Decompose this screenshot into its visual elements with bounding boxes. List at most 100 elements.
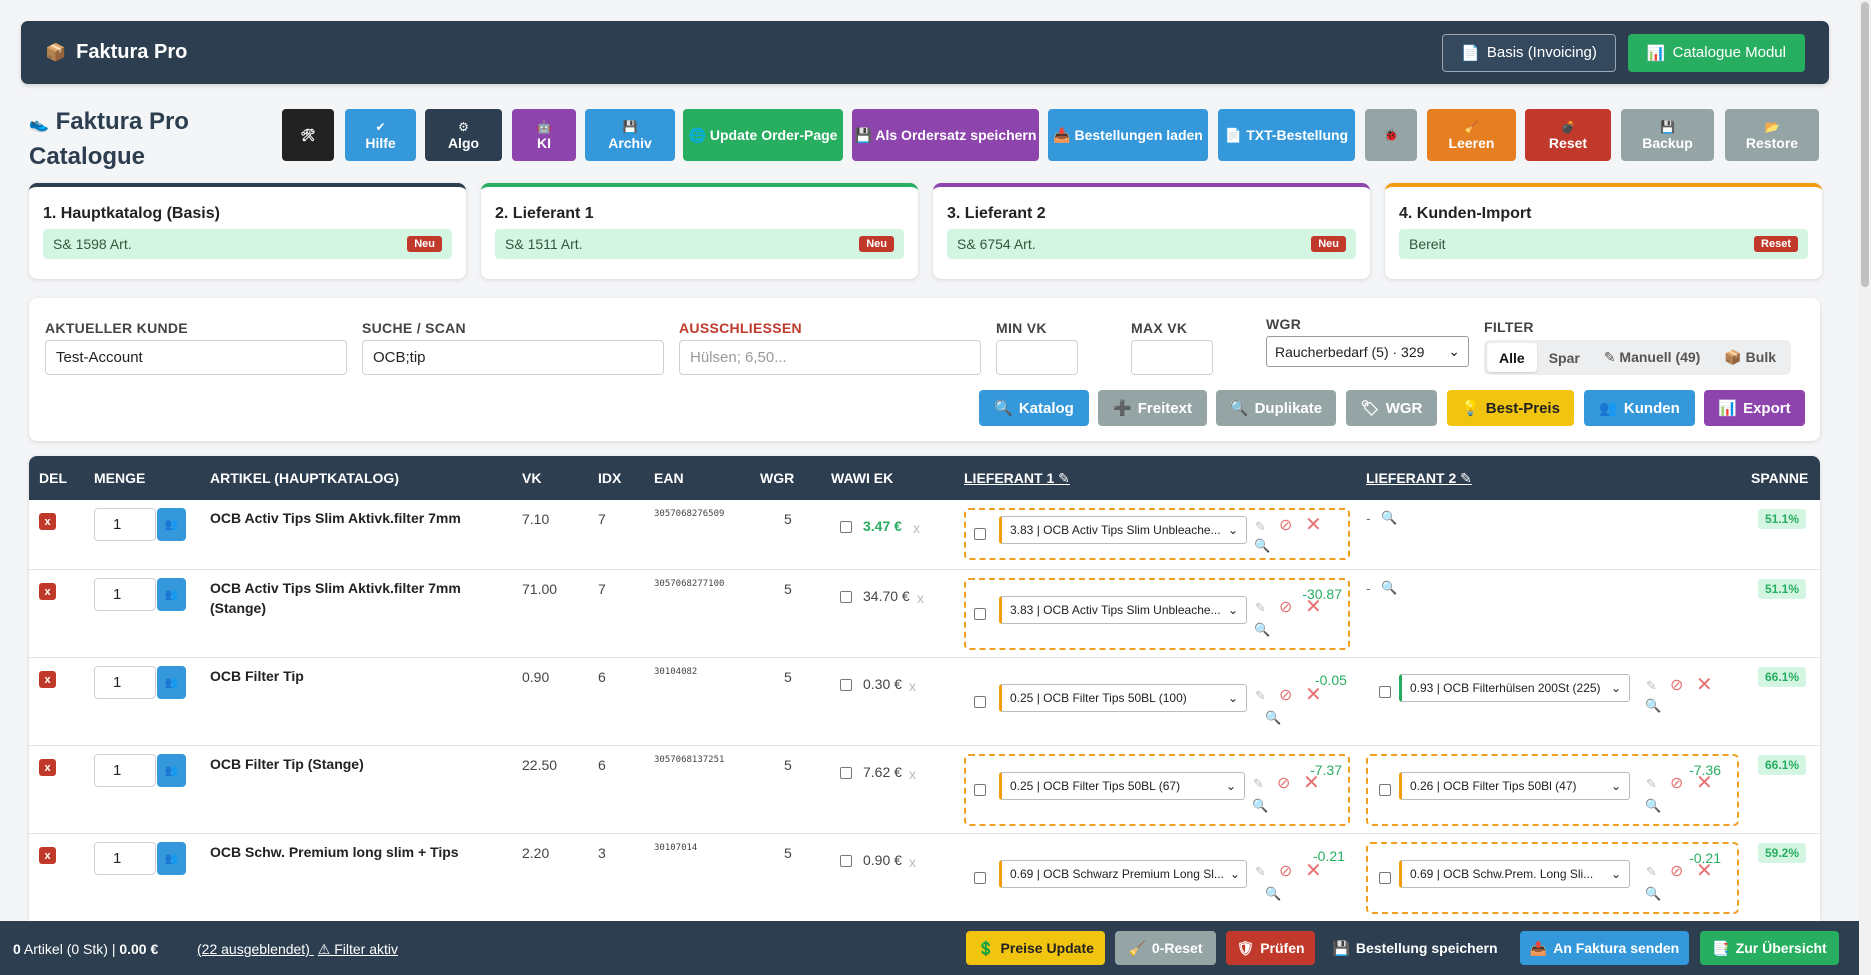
wawi-clear-icon[interactable]: x — [913, 520, 920, 536]
quantity-input[interactable]: 1 — [94, 754, 156, 787]
header-supplier-1[interactable]: LIEFERANT 1 ✎ — [964, 470, 1070, 487]
filter-manual[interactable]: ✎ Manuell (49) — [1592, 343, 1713, 372]
search-icon[interactable]: 🔍 — [1645, 698, 1661, 714]
search-icon[interactable]: 🔍 — [1254, 622, 1270, 638]
customers-icon[interactable]: 👥 — [157, 578, 186, 611]
search-input[interactable]: OCB;tip — [362, 340, 664, 375]
check-button[interactable]: 🛡 Prüfen — [1226, 931, 1315, 965]
customers-button[interactable]: 👥 Kunden — [1584, 390, 1695, 426]
filter-spar[interactable]: Spar — [1537, 343, 1592, 372]
pencil-icon[interactable]: ✎ — [1255, 600, 1266, 616]
wgr-select[interactable]: Raucherbedarf (5) · 329 ⌄ — [1266, 336, 1469, 367]
pencil-icon[interactable]: ✎ — [1646, 776, 1657, 792]
quantity-input[interactable]: 1 — [94, 842, 156, 875]
block-icon[interactable]: ⊘ — [1670, 861, 1683, 881]
block-icon[interactable]: ⊘ — [1279, 597, 1292, 617]
supplier-2-select[interactable]: 0.26 | OCB Filter Tips 50Bl (47) ⌄ — [1399, 772, 1630, 800]
close-icon[interactable]: ✕ — [1305, 685, 1322, 705]
block-icon[interactable]: ⊘ — [1279, 685, 1292, 705]
pencil-icon[interactable]: ✎ — [1255, 864, 1266, 880]
customers-icon[interactable]: 👥 — [157, 508, 186, 541]
search-icon[interactable]: 🔍 — [1265, 710, 1281, 726]
supplier-1-select[interactable]: 0.69 | OCB Schwarz Premium Long Sl... ⌄ — [999, 860, 1247, 888]
supplier-2-checkbox[interactable] — [1379, 686, 1391, 698]
best-price-button[interactable]: 💡 Best-Preis — [1447, 390, 1574, 426]
catalogue-module-button[interactable]: 📊 Catalogue Modul — [1627, 33, 1805, 72]
scrollbar-thumb[interactable] — [1861, 2, 1869, 287]
block-icon[interactable]: ⊘ — [1279, 515, 1292, 535]
search-icon[interactable]: 🔍 — [1381, 580, 1397, 596]
hidden-items-link[interactable]: (22 ausgeblendet) ⚠ Filter aktiv — [197, 941, 398, 958]
supplier-2-checkbox[interactable] — [1379, 784, 1391, 796]
pencil-icon[interactable]: ✎ — [1253, 776, 1264, 792]
duplicates-button[interactable]: 🔍 Duplikate — [1216, 390, 1336, 426]
new-badge[interactable]: Neu — [407, 236, 442, 252]
search-icon[interactable]: 🔍 — [1645, 886, 1661, 902]
pencil-icon[interactable]: ✎ — [1646, 864, 1657, 880]
wgr-button[interactable]: 🏷 WGR — [1346, 390, 1437, 426]
save-as-orderset-button[interactable]: 💾 Als Ordersatz speichern — [852, 109, 1039, 161]
wawi-checkbox[interactable] — [840, 767, 852, 779]
close-icon[interactable]: ✕ — [1696, 861, 1713, 881]
customers-icon[interactable]: 👥 — [157, 754, 186, 787]
basis-invoicing-button[interactable]: 📄 Basis (Invoicing) — [1442, 33, 1616, 72]
filter-all[interactable]: Alle — [1487, 343, 1537, 372]
reset-button[interactable]: 💣 Reset — [1525, 109, 1611, 161]
tools-button[interactable]: 🛠 — [282, 109, 334, 161]
backup-button[interactable]: 💾 Backup — [1621, 109, 1714, 161]
supplier-1-checkbox[interactable] — [974, 696, 986, 708]
debug-button[interactable]: 🐞 — [1365, 109, 1417, 161]
block-icon[interactable]: ⊘ — [1670, 675, 1683, 695]
wawi-clear-icon[interactable]: x — [909, 766, 916, 782]
supplier-1-checkbox[interactable] — [974, 872, 986, 884]
exclude-input[interactable]: Hülsen; 6,50... — [679, 340, 981, 375]
close-icon[interactable]: ✕ — [1696, 675, 1713, 695]
search-icon[interactable]: 🔍 — [1254, 538, 1270, 554]
freetext-button[interactable]: ➕ Freitext — [1098, 390, 1207, 426]
save-order-button[interactable]: 💾 Bestellung speichern — [1330, 931, 1500, 965]
send-to-invoice-button[interactable]: 📤 An Faktura senden — [1520, 931, 1689, 965]
quantity-input[interactable]: 1 — [94, 578, 156, 611]
reset-badge[interactable]: Reset — [1754, 236, 1798, 252]
block-icon[interactable]: ⊘ — [1279, 861, 1292, 881]
customers-icon[interactable]: 👥 — [157, 842, 186, 875]
delete-row-button[interactable]: x — [39, 671, 56, 688]
delete-row-button[interactable]: x — [39, 759, 56, 776]
wawi-clear-icon[interactable]: x — [917, 590, 924, 606]
restore-button[interactable]: 📂 Restore — [1725, 109, 1819, 161]
page-scrollbar[interactable] — [1859, 0, 1871, 975]
search-icon[interactable]: 🔍 — [1381, 510, 1397, 526]
header-supplier-2[interactable]: LIEFERANT 2 ✎ — [1366, 470, 1472, 487]
customers-icon[interactable]: 👥 — [157, 666, 186, 699]
quantity-input[interactable]: 1 — [94, 666, 156, 699]
clear-button[interactable]: 🧹 Leeren — [1427, 109, 1516, 161]
supplier-1-checkbox[interactable] — [974, 784, 986, 796]
wawi-checkbox[interactable] — [840, 855, 852, 867]
new-badge[interactable]: Neu — [1311, 236, 1346, 252]
wawi-clear-icon[interactable]: x — [909, 854, 916, 870]
supplier-2-select[interactable]: 0.93 | OCB Filterhülsen 200St (225) ⌄ — [1399, 674, 1630, 702]
block-icon[interactable]: ⊘ — [1670, 773, 1683, 793]
new-badge[interactable]: Neu — [859, 236, 894, 252]
pencil-icon[interactable]: ✎ — [1646, 678, 1657, 694]
catalog-button[interactable]: 🔍 Katalog — [979, 390, 1089, 426]
delete-row-button[interactable]: x — [39, 583, 56, 600]
supplier-1-select[interactable]: 3.83 | OCB Activ Tips Slim Unbleache... ⌄ — [999, 596, 1247, 624]
supplier-1-select[interactable]: 0.25 | OCB Filter Tips 50BL (100) ⌄ — [999, 684, 1247, 712]
wawi-checkbox[interactable] — [840, 591, 852, 603]
customer-input[interactable]: Test-Account — [45, 340, 347, 375]
pencil-icon[interactable]: ✎ — [1255, 519, 1266, 535]
delete-row-button[interactable]: x — [39, 847, 56, 864]
close-icon[interactable]: ✕ — [1305, 515, 1322, 535]
load-orders-button[interactable]: 📥 Bestellungen laden — [1048, 109, 1208, 161]
archive-button[interactable]: 💾 Archiv — [585, 109, 675, 161]
pencil-icon[interactable]: ✎ — [1255, 688, 1266, 704]
supplier-1-checkbox[interactable] — [974, 528, 986, 540]
supplier-2-select[interactable]: 0.69 | OCB Schw.Prem. Long Sli... ⌄ — [1399, 860, 1630, 888]
min-vk-input[interactable] — [996, 340, 1078, 375]
help-button[interactable]: ✔ Hilfe — [345, 109, 416, 161]
block-icon[interactable]: ⊘ — [1277, 773, 1290, 793]
txt-order-button[interactable]: 📄 TXT-Bestellung — [1218, 109, 1355, 161]
export-button[interactable]: 📊 Export — [1704, 390, 1805, 426]
supplier-2-checkbox[interactable] — [1379, 872, 1391, 884]
